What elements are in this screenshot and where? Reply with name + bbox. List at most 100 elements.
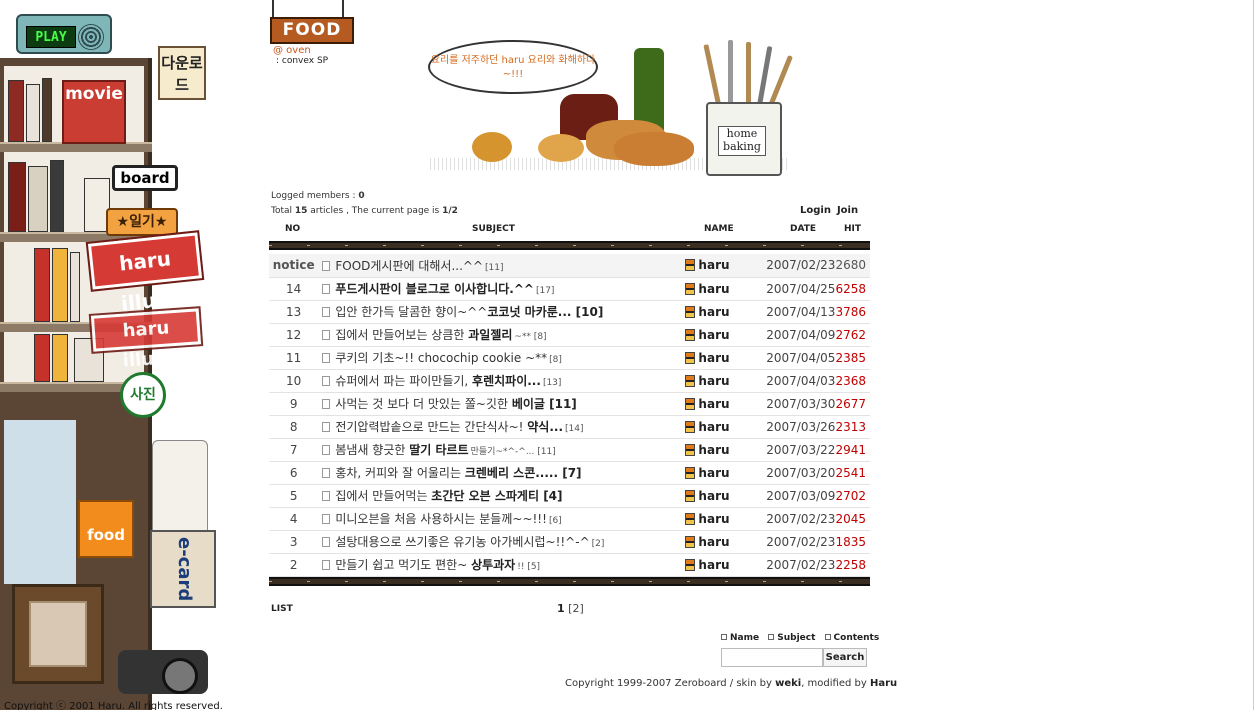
search-opt-subject[interactable]: Subject (768, 633, 815, 643)
row-subject[interactable]: 홍차, 커피와 잘 어울리는 크렌베리 스콘..... [7] (318, 461, 686, 485)
row-subject[interactable]: 집에서 만들어먹는 초간단 오븐 스파게티 [4] (318, 484, 686, 508)
subject-text[interactable]: 홍차, 커피와 잘 어울리는 (335, 466, 464, 480)
haru-illust-link-secondary[interactable]: haru illust (88, 305, 204, 372)
table-row[interactable]: 5 집에서 만들어먹는 초간단 오븐 스파게티 [4] haru 2007/03/09… (269, 484, 870, 508)
author-name[interactable]: haru (698, 351, 729, 365)
movie-link[interactable]: movie (62, 80, 126, 144)
search-opt-contents[interactable]: Contents (824, 633, 879, 643)
author-name[interactable]: haru (698, 374, 729, 388)
subject-text[interactable]: 슈퍼에서 파는 파이만들기, (335, 374, 472, 388)
subject-text[interactable]: 집에서 만들어보는 상큼한 (335, 328, 468, 342)
row-author[interactable]: haru (685, 392, 767, 416)
subject-text[interactable]: 입안 한가득 달콤한 향이~^^ (335, 305, 487, 319)
subject-text[interactable]: 미니오븐을 처음 사용하시는 분들께~~!!! (335, 512, 547, 526)
author-name[interactable]: haru (698, 420, 729, 434)
author-name[interactable]: haru (698, 258, 729, 272)
row-subject[interactable]: 설탕대용으로 쓰기좋은 유기농 아가베시럽~!!^-^ [2] (318, 530, 686, 554)
row-author[interactable]: haru (685, 369, 767, 393)
subject-highlight[interactable]: 후렌치파이... (472, 374, 541, 388)
subject-highlight[interactable]: 과일젤리 (468, 328, 512, 342)
table-row[interactable]: 4 미니오븐을 처음 사용하시는 분들께~~!!! [6] haru 2007/02/2… (269, 507, 870, 531)
download-link[interactable]: 다운로드 (158, 46, 206, 100)
subject-text[interactable]: FOOD게시판에 대해서...^^ (335, 259, 483, 273)
row-subject[interactable]: 푸드게시판이 블로그로 이사합니다.^^ [17] (318, 277, 686, 301)
table-row[interactable]: 9 사먹는 것 보다 더 맛있는 쫄~깃한 베이글 [11] haru 2007/03… (269, 392, 870, 416)
table-row[interactable]: 10 슈퍼에서 파는 파이만들기, 후렌치파이... [13] haru 2007/04… (269, 369, 870, 393)
row-subject[interactable]: 봄냄새 향긋한 딸기 타르트 만들기~*^-^... [11] (318, 438, 686, 462)
subject-text[interactable]: 설탕대용으로 쓰기좋은 유기농 아가베시럽~!!^-^ (335, 535, 589, 549)
subject-highlight[interactable]: 푸드게시판이 블로그로 이사합니다.^^ (335, 282, 534, 296)
row-author[interactable]: haru (685, 507, 767, 531)
author-name[interactable]: haru (698, 535, 729, 549)
row-subject[interactable]: 전기압력밥솥으로 만드는 간단식사~! 약식... [14] (318, 415, 686, 439)
row-author[interactable]: haru (685, 415, 767, 439)
row-subject[interactable]: 슈퍼에서 파는 파이만들기, 후렌치파이... [13] (318, 369, 686, 393)
search-button[interactable]: Search (823, 648, 867, 667)
board-link[interactable]: board (112, 165, 178, 191)
row-author[interactable]: haru (685, 323, 767, 347)
author-name[interactable]: haru (698, 558, 729, 572)
ecard-link[interactable]: e-card (150, 530, 216, 608)
checkbox-icon[interactable] (721, 634, 727, 640)
row-subject[interactable]: 사먹는 것 보다 더 맛있는 쫄~깃한 베이글 [11] (318, 392, 686, 416)
table-row[interactable]: 8 전기압력밥솥으로 만드는 간단식사~! 약식... [14] haru 2007/0… (269, 415, 870, 439)
join-link[interactable]: Join (837, 205, 858, 216)
subject-highlight[interactable]: 상투과자 (471, 558, 515, 572)
row-subject[interactable]: 집에서 만들어보는 상큼한 과일젤리 ~** [8] (318, 323, 686, 347)
checkbox-icon[interactable] (824, 634, 831, 640)
row-subject[interactable]: 쿠키의 기초~!! chocochip cookie ~** [8] (318, 346, 686, 370)
subject-text[interactable]: 봄냄새 향긋한 (335, 443, 409, 457)
modifier-link[interactable]: Haru (870, 678, 897, 689)
row-author[interactable]: haru (685, 438, 767, 462)
row-author[interactable]: haru (685, 254, 767, 278)
search-opt-name[interactable]: Name (721, 633, 759, 643)
table-row[interactable]: 14 푸드게시판이 블로그로 이사합니다.^^ [17] haru 2007/04/25… (269, 277, 870, 301)
row-subject[interactable]: 미니오븐을 처음 사용하시는 분들께~~!!! [6] (318, 507, 686, 531)
row-author[interactable]: haru (685, 300, 767, 324)
music-player[interactable]: PLAY (16, 14, 112, 54)
table-row[interactable]: notice FOOD게시판에 대해서...^^ [11] haru 2007/02/2… (269, 254, 870, 278)
row-author[interactable]: haru (685, 484, 767, 508)
table-row[interactable]: 3 설탕대용으로 쓰기좋은 유기농 아가베시럽~!!^-^ [2] haru 2007/… (269, 530, 870, 554)
table-row[interactable]: 7 봄냄새 향긋한 딸기 타르트 만들기~*^-^... [11] haru 2007/… (269, 438, 870, 462)
list-button[interactable]: LIST (271, 604, 293, 614)
table-row[interactable]: 2 만들기 쉽고 먹기도 편한~ 상투과자!! [5] haru 2007/02/23… (269, 553, 870, 577)
row-author[interactable]: haru (685, 553, 767, 577)
subject-highlight[interactable]: 약식... (527, 420, 563, 434)
author-name[interactable]: haru (698, 282, 729, 296)
subject-text[interactable]: 쿠키의 기초~!! chocochip cookie ~** (335, 351, 547, 365)
table-row[interactable]: 13 입안 한가득 달콤한 향이~^^코코넛 마카룬... [10] haru 200… (269, 300, 870, 324)
table-row[interactable]: 6 홍차, 커피와 잘 어울리는 크렌베리 스콘..... [7] haru 2007… (269, 461, 870, 485)
subject-text[interactable]: 만들기 쉽고 먹기도 편한~ (335, 558, 471, 572)
author-name[interactable]: haru (698, 489, 729, 503)
author-name[interactable]: haru (698, 443, 729, 457)
subject-highlight[interactable]: 크렌베리 스콘..... [7] (465, 466, 582, 480)
subject-text[interactable]: 전기압력밥솥으로 만드는 간단식사~! (335, 420, 527, 434)
diary-link[interactable]: ★일기★ (106, 208, 178, 236)
row-subject[interactable]: FOOD게시판에 대해서...^^ [11] (318, 254, 686, 278)
table-row[interactable]: 12 집에서 만들어보는 상큼한 과일젤리 ~** [8] haru 2007/04/0… (269, 323, 870, 347)
checkbox-icon[interactable] (768, 634, 775, 640)
author-name[interactable]: haru (698, 328, 729, 342)
row-subject[interactable]: 입안 한가득 달콤한 향이~^^코코넛 마카룬... [10] (318, 300, 686, 324)
author-name[interactable]: haru (698, 466, 729, 480)
row-author[interactable]: haru (685, 530, 767, 554)
row-author[interactable]: haru (685, 277, 767, 301)
search-input[interactable] (721, 648, 823, 667)
subject-text[interactable]: 사먹는 것 보다 더 맛있는 쫄~깃한 (335, 397, 511, 411)
subject-text[interactable]: 집에서 만들어먹는 (335, 489, 431, 503)
skin-author-link[interactable]: weki (775, 678, 801, 689)
play-button[interactable]: PLAY (26, 26, 76, 48)
author-name[interactable]: haru (698, 512, 729, 526)
author-name[interactable]: haru (698, 397, 729, 411)
subject-highlight[interactable]: 코코넛 마카룬... [10] (487, 305, 603, 319)
photo-link[interactable]: 사진 (120, 372, 166, 418)
food-link[interactable]: food (78, 500, 134, 558)
table-row[interactable]: 11 쿠키의 기초~!! chocochip cookie ~** [8] haru 2… (269, 346, 870, 370)
subject-highlight[interactable]: 딸기 타르트 (409, 443, 468, 457)
author-name[interactable]: haru (698, 305, 729, 319)
row-author[interactable]: haru (685, 461, 767, 485)
subject-highlight[interactable]: 초간단 오븐 스파게티 [4] (431, 489, 562, 503)
subject-highlight[interactable]: 베이글 [11] (512, 397, 577, 411)
page-link-2[interactable]: [2] (568, 602, 584, 615)
